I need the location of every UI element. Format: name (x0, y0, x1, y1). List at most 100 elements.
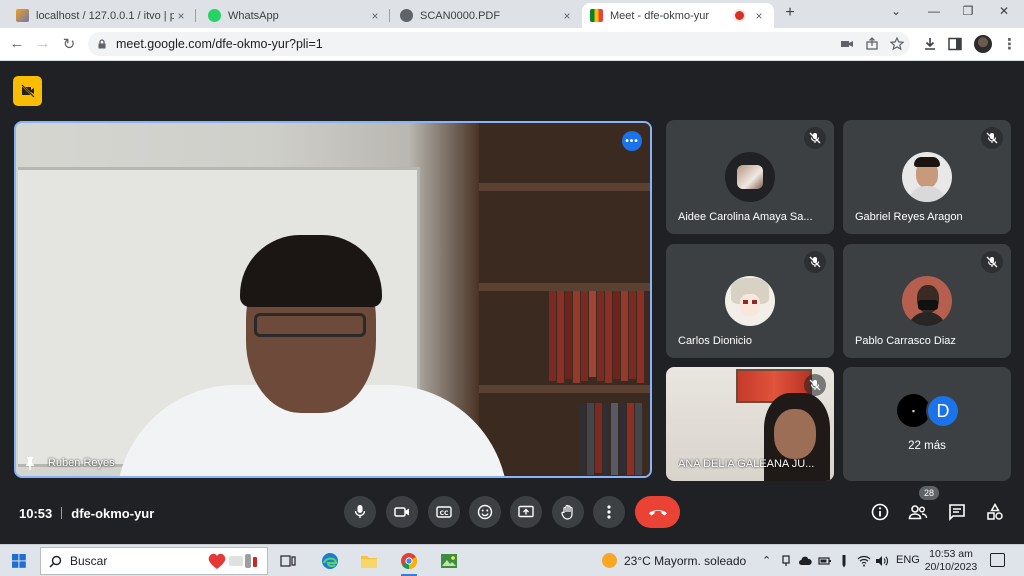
reactions-button[interactable] (469, 496, 501, 528)
bookmark-star-icon[interactable] (890, 37, 904, 51)
taskbar-app-image-viewer[interactable] (437, 549, 461, 573)
participant-face (774, 409, 816, 459)
weather-widget[interactable]: 23°C Mayorm. soleado (602, 553, 746, 568)
windows-start-icon[interactable] (12, 554, 26, 568)
battery-icon[interactable] (818, 555, 832, 567)
tab-scan-pdf[interactable]: SCAN0000.PDF × (392, 3, 582, 28)
tab-close-icon[interactable]: × (560, 9, 574, 23)
pen-icon[interactable] (838, 554, 850, 568)
participant-avatar (725, 276, 775, 326)
participant-tile[interactable]: Gabriel Reyes Aragon (843, 120, 1011, 234)
participant-name: Carlos Dionicio (678, 335, 752, 347)
captions-button[interactable]: CC (428, 496, 460, 528)
meeting-code: dfe-okmo-yur (71, 506, 155, 521)
main-participant-name: Ruben Reyes (48, 457, 115, 469)
new-tab-button[interactable]: + (780, 4, 800, 22)
windows-taskbar: Buscar 23°C Mayorm. soleado ⌃ ENG 10:53 … (0, 544, 1024, 576)
leave-call-button[interactable] (635, 496, 680, 528)
camera-icon[interactable] (840, 37, 854, 51)
participants-button[interactable] (908, 502, 928, 522)
taskbar-app-file-explorer[interactable] (357, 549, 381, 573)
tile-more-options-button[interactable]: ••• (622, 131, 642, 151)
info-icon (871, 503, 889, 521)
taskbar-app-chrome[interactable] (397, 549, 421, 576)
meet-icon (590, 9, 603, 22)
usb-device-icon[interactable] (780, 555, 792, 567)
participant-glasses (254, 313, 366, 337)
browser-menu-icon[interactable]: ⋮ (1000, 35, 1018, 53)
raise-hand-button[interactable] (552, 496, 584, 528)
pin-icon[interactable] (24, 456, 36, 470)
reload-button[interactable]: ↻ (60, 35, 78, 53)
camera-button[interactable] (386, 496, 418, 528)
tab-close-icon[interactable]: × (368, 9, 382, 23)
clock-time: 10:53 am (929, 548, 973, 560)
share-icon[interactable] (865, 37, 879, 51)
participant-name: ANA DELIA GALEANA JU... (678, 458, 815, 470)
search-highlight-illustration (208, 553, 257, 569)
microphone-icon (354, 505, 366, 518)
close-window-button[interactable]: ✕ (994, 4, 1014, 18)
participants-count-badge: 28 (919, 486, 939, 500)
present-screen-icon (518, 505, 534, 518)
participant-tile[interactable]: Carlos Dionicio (666, 244, 834, 358)
tab-title: SCAN0000.PDF (420, 9, 501, 22)
meeting-details-button[interactable] (870, 502, 890, 522)
edge-icon (322, 553, 338, 569)
restore-button[interactable]: ❐ (958, 4, 978, 18)
search-placeholder: Buscar (70, 554, 108, 568)
minimize-button[interactable]: — (924, 4, 944, 18)
tab-meet[interactable]: Meet - dfe-okmo-yur × (582, 3, 774, 28)
url-text: meet.google.com/dfe-okmo-yur?pli=1 (116, 37, 323, 51)
tab-search-button[interactable]: ⌄ (886, 4, 906, 18)
more-options-button[interactable] (593, 496, 625, 528)
side-panel-icon[interactable] (947, 36, 963, 52)
participant-video-tile[interactable]: ANA DELIA GALEANA JU... (666, 367, 834, 481)
meet-stage: ••• Ruben Reyes Aidee Carolina Amaya Sa.… (0, 62, 1024, 544)
emoji-icon (477, 504, 493, 520)
more-participants-tile[interactable]: ▪ D 22 más (843, 367, 1011, 481)
taskbar-app-edge[interactable] (318, 549, 342, 573)
notifications-icon[interactable] (990, 553, 1005, 567)
profile-avatar[interactable] (974, 35, 992, 53)
activities-button[interactable] (985, 502, 1005, 522)
tab-phpmyadmin[interactable]: localhost / 127.0.0.1 / itvo | php × (8, 3, 196, 28)
camera-off-badge[interactable] (13, 76, 42, 106)
captions-icon: CC (436, 506, 452, 518)
volume-icon[interactable] (875, 555, 889, 567)
mic-off-icon (804, 127, 826, 149)
main-video-tile[interactable]: ••• Ruben Reyes (14, 121, 652, 478)
tab-title: localhost / 127.0.0.1 / itvo | php (36, 9, 174, 22)
mic-off-icon (981, 127, 1003, 149)
main-tile-label: Ruben Reyes (24, 456, 115, 470)
tray-overflow-icon[interactable]: ⌃ (762, 554, 771, 567)
video-camera-icon (394, 507, 409, 517)
participant-tile[interactable]: Aidee Carolina Amaya Sa... (666, 120, 834, 234)
browser-toolbar: ← → ↻ meet.google.com/dfe-okmo-yur?pli=1… (0, 28, 1024, 61)
mic-off-icon (804, 374, 826, 396)
taskbar-search-box[interactable]: Buscar (40, 547, 268, 575)
download-icon[interactable] (922, 36, 938, 52)
bookshelf (479, 123, 650, 476)
chat-icon (949, 504, 965, 521)
wifi-icon[interactable] (857, 555, 871, 567)
tab-close-icon[interactable]: × (752, 9, 766, 23)
cloud-icon[interactable] (798, 555, 812, 567)
chat-button[interactable] (947, 502, 967, 522)
meeting-info: 10:53 dfe-okmo-yur (19, 506, 154, 521)
microphone-button[interactable] (344, 496, 376, 528)
address-bar[interactable]: meet.google.com/dfe-okmo-yur?pli=1 (88, 32, 910, 56)
forward-button[interactable]: → (34, 35, 52, 52)
present-screen-button[interactable] (510, 496, 542, 528)
taskbar-clock[interactable]: 10:53 am 20/10/2023 (924, 548, 978, 574)
participant-name: Gabriel Reyes Aragon (855, 211, 963, 223)
participant-tile[interactable]: Pablo Carrasco Diaz (843, 244, 1011, 358)
task-view-button[interactable] (276, 549, 300, 573)
language-indicator[interactable]: ENG (896, 554, 920, 566)
image-app-icon (441, 554, 457, 568)
participant-avatar (725, 152, 775, 202)
participant-avatar (902, 152, 952, 202)
tab-whatsapp[interactable]: WhatsApp × (200, 3, 390, 28)
tab-close-icon[interactable]: × (174, 9, 188, 23)
back-button[interactable]: ← (8, 35, 26, 52)
